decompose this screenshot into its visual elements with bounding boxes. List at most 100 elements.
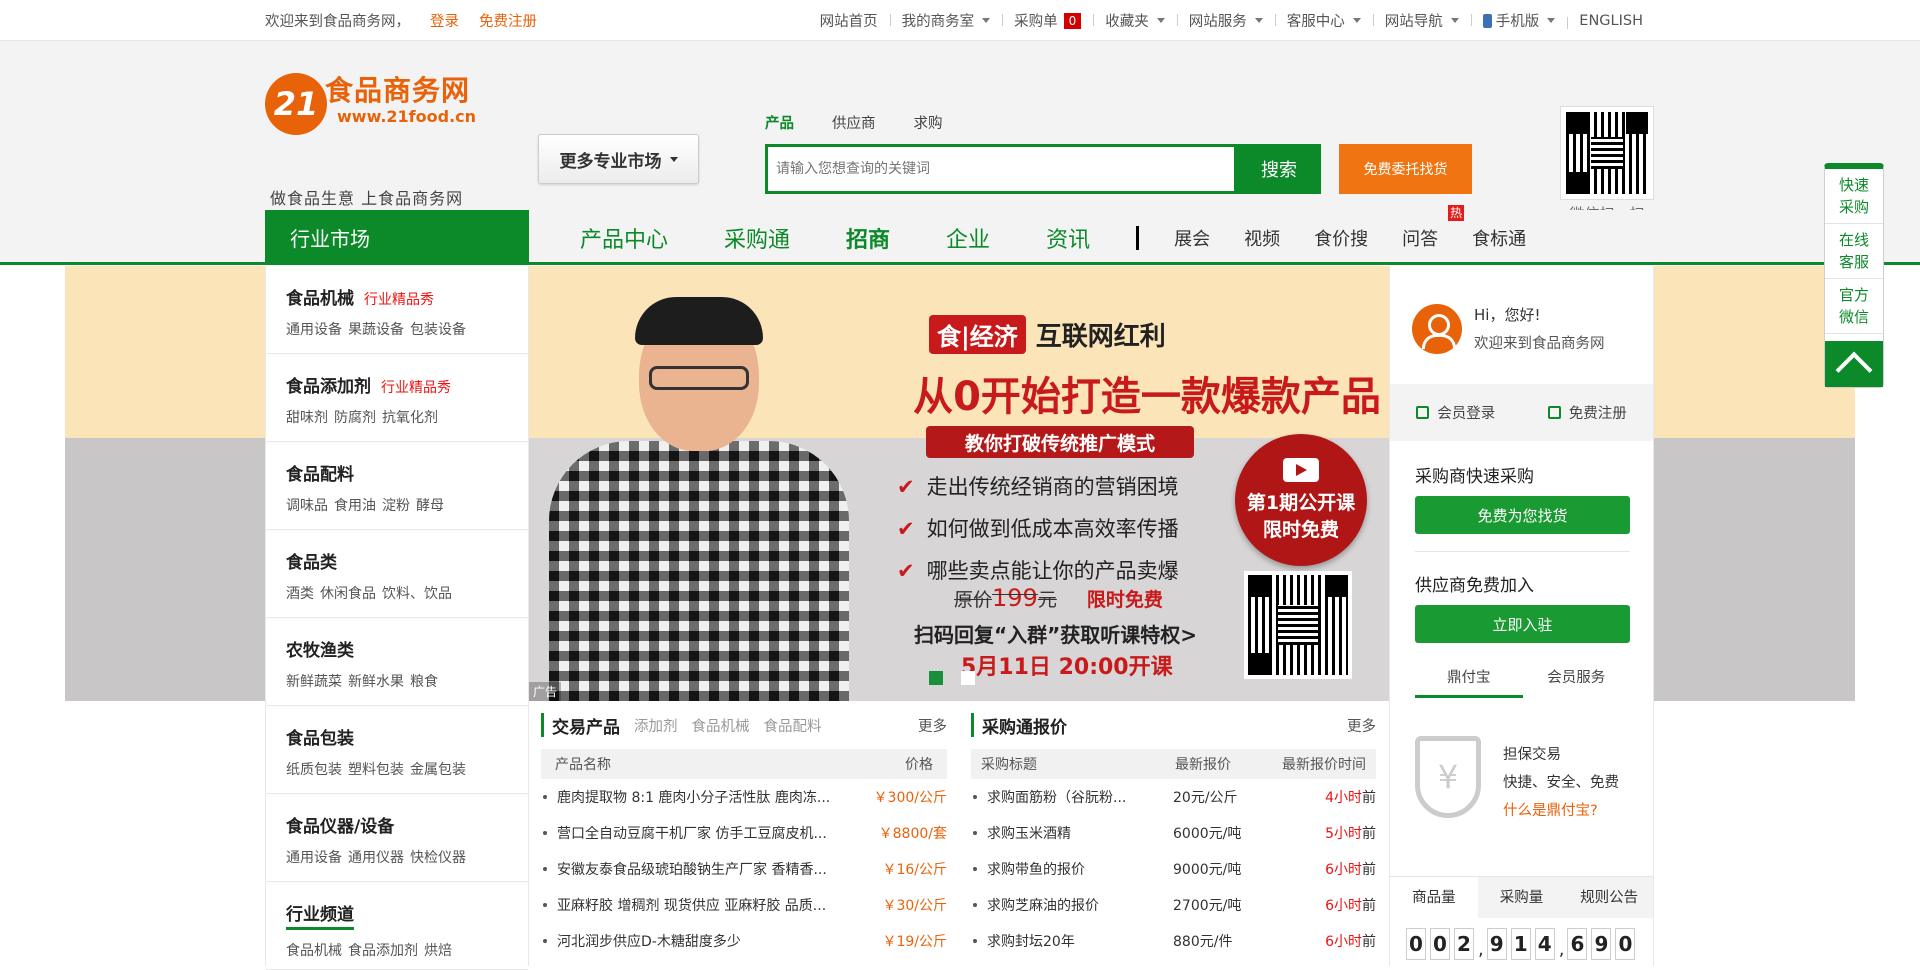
english-link[interactable]: ENGLISH (1567, 13, 1655, 29)
favorites-menu[interactable]: 收藏夹 (1093, 10, 1177, 31)
table-row[interactable]: 亚麻籽胶 增稠剂 现货供应 亚麻籽胶 品质... ￥30/公斤 (541, 887, 947, 923)
category-group-channel[interactable]: 行业频道 食品机械 食品添加剂 烘焙 (266, 882, 528, 970)
category-link[interactable]: 通用设备 (286, 322, 342, 338)
category-title[interactable]: 食品机械 行业精品秀 (286, 284, 528, 309)
category-link[interactable]: 食品机械 (286, 943, 342, 959)
more-markets-button[interactable]: 更多专业市场 (538, 134, 699, 184)
product-name[interactable]: 河北润步供应D-木糖甜度多少 (557, 931, 874, 951)
table-row[interactable]: 安徽友泰食品级琥珀酸钠生产厂家 香精香... ￥16/公斤 (541, 851, 947, 887)
nav-price-search[interactable]: 食价搜 (1314, 225, 1368, 251)
category-link[interactable]: 粮食 (410, 674, 438, 690)
trade-tag[interactable]: 添加剂 (634, 715, 678, 736)
find-goods-button[interactable]: 免费为您找货 (1415, 496, 1630, 534)
tab-purchase-count[interactable]: 采购量 (1477, 877, 1566, 918)
nav-purchase[interactable]: 采购通 (724, 222, 790, 254)
tab-goods-count[interactable]: 商品量 (1390, 877, 1478, 918)
showcase-tag[interactable]: 行业精品秀 (381, 380, 451, 396)
category-link[interactable]: 甜味剂 (286, 410, 328, 426)
nav-expo[interactable]: 展会 (1174, 225, 1210, 251)
nav-news[interactable]: 资讯 (1046, 222, 1090, 254)
category-title[interactable]: 食品仪器/设备 (286, 812, 528, 837)
site-logo[interactable]: 21 食品商务网 www.21food.cn 做食品生意 上食品商务网 (265, 65, 485, 208)
table-row[interactable]: 求购玉米酒精 6000元/吨 5小时前 (971, 815, 1376, 851)
purchase-title[interactable]: 求购芝麻油的报价 (987, 895, 1157, 915)
category-link[interactable]: 食品添加剂 (348, 943, 418, 959)
nav-standards[interactable]: 食标通 (1472, 225, 1526, 251)
tab-member-service[interactable]: 会员服务 (1523, 666, 1631, 698)
category-link[interactable]: 快检仪器 (410, 850, 466, 866)
back-to-top-icon[interactable] (1825, 341, 1883, 387)
category-group[interactable]: 食品机械 行业精品秀 通用设备 果蔬设备 包装设备 (266, 266, 528, 354)
cart-link[interactable]: 采购单 0 (1002, 10, 1093, 31)
login-link[interactable]: 登录 (430, 10, 459, 31)
online-service-link[interactable]: 在线客服 (1825, 224, 1883, 279)
table-row[interactable]: 求购面筋粉（谷朊粉... 20元/公斤 4小时前 (971, 779, 1376, 815)
table-row[interactable]: 营口全自动豆腐干机厂家 仿手工豆腐皮机... ￥8800/套 (541, 815, 947, 851)
register-link[interactable]: 免费注册 (479, 10, 537, 31)
nav-video[interactable]: 视频 (1244, 225, 1280, 251)
table-row[interactable]: 求购带鱼的报价 9000元/吨 6小时前 (971, 851, 1376, 887)
trade-tag[interactable]: 食品配料 (764, 715, 822, 736)
entrust-button[interactable]: 免费委托找货 (1339, 144, 1472, 194)
category-link[interactable]: 新鲜水果 (348, 674, 404, 690)
category-group[interactable]: 食品包装 纸质包装 塑料包装 金属包装 (266, 706, 528, 794)
section-title[interactable]: 采购通报价 (982, 713, 1067, 738)
what-is-dingfubao-link[interactable]: 什么是鼎付宝? (1503, 803, 1598, 819)
trade-tag[interactable]: 食品机械 (692, 715, 750, 736)
category-link[interactable]: 烘焙 (424, 943, 452, 959)
category-link[interactable]: 通用仪器 (348, 850, 404, 866)
my-office-menu[interactable]: 我的商务室 (889, 10, 1003, 31)
product-name[interactable]: 鹿肉提取物 8:1 鹿肉小分子活性肽 鹿肉冻... (557, 787, 866, 807)
category-link[interactable]: 纸质包装 (286, 762, 342, 778)
site-nav-menu[interactable]: 网站导航 (1372, 10, 1471, 31)
category-title[interactable]: 食品类 (286, 548, 528, 573)
join-now-button[interactable]: 立即入驻 (1415, 605, 1630, 643)
search-tab-buying[interactable]: 求购 (914, 112, 943, 133)
category-group[interactable]: 食品类 酒类 休闲食品 饮料、饮品 (266, 530, 528, 618)
category-link[interactable]: 塑料包装 (348, 762, 404, 778)
table-row[interactable]: 河北润步供应D-木糖甜度多少 ￥19/公斤 (541, 923, 947, 959)
purchase-title[interactable]: 求购玉米酒精 (987, 823, 1157, 843)
customer-center-menu[interactable]: 客服中心 (1274, 10, 1373, 31)
table-row[interactable]: 求购芝麻油的报价 2700元/吨 6小时前 (971, 887, 1376, 923)
category-link[interactable]: 调味品 (286, 498, 328, 514)
category-link[interactable]: 淀粉 (382, 498, 410, 514)
category-title[interactable]: 食品添加剂 行业精品秀 (286, 372, 528, 397)
nav-enterprise[interactable]: 企业 (946, 222, 990, 254)
promo-banner[interactable]: 食|经济 互联网红利 从0开始打造一款爆款产品 教你打破传统推广模式 ✔ 走出传统经… (529, 266, 1389, 701)
free-register-link[interactable]: 免费注册 (1547, 402, 1627, 423)
table-row[interactable]: 求购封坛20年 880元/件 6小时前 (971, 923, 1376, 959)
purchase-title[interactable]: 求购面筋粉（谷朊粉... (987, 787, 1157, 807)
category-link[interactable]: 休闲食品 (320, 586, 376, 602)
category-group[interactable]: 食品添加剂 行业精品秀 甜味剂 防腐剂 抗氧化剂 (266, 354, 528, 442)
category-link[interactable]: 饮料、饮品 (382, 586, 452, 602)
product-name[interactable]: 营口全自动豆腐干机厂家 仿手工豆腐皮机... (557, 823, 871, 843)
tab-rules[interactable]: 规则公告 (1565, 877, 1654, 918)
section-title[interactable]: 交易产品 (552, 713, 620, 738)
product-name[interactable]: 亚麻籽胶 增稠剂 现货供应 亚麻籽胶 品质... (557, 895, 874, 915)
site-service-menu[interactable]: 网站服务 (1176, 10, 1275, 31)
mobile-menu[interactable]: 手机版 (1470, 10, 1568, 31)
home-link[interactable]: 网站首页 (808, 10, 890, 31)
quick-purchase-link[interactable]: 快速采购 (1825, 169, 1883, 224)
nav-qa[interactable]: 问答热 (1402, 204, 1465, 251)
official-wechat-link[interactable]: 官方微信 (1825, 279, 1883, 334)
category-link[interactable]: 包装设备 (410, 322, 466, 338)
purchase-title[interactable]: 求购封坛20年 (987, 931, 1157, 951)
category-link[interactable]: 食用油 (334, 498, 376, 514)
search-input[interactable] (768, 147, 1234, 191)
table-row[interactable]: 鹿肉提取物 8:1 鹿肉小分子活性肽 鹿肉冻... ￥300/公斤 (541, 779, 947, 815)
carousel-dot[interactable] (929, 671, 943, 685)
more-link[interactable]: 更多 (1347, 715, 1376, 736)
category-link[interactable]: 果蔬设备 (348, 322, 404, 338)
category-group[interactable]: 农牧渔类 新鲜蔬菜 新鲜水果 粮食 (266, 618, 528, 706)
category-link[interactable]: 防腐剂 (334, 410, 376, 426)
category-title[interactable]: 食品包装 (286, 724, 528, 749)
nav-invest[interactable]: 招商 (846, 222, 890, 254)
category-link[interactable]: 新鲜蔬菜 (286, 674, 342, 690)
search-tab-supplier[interactable]: 供应商 (832, 112, 876, 133)
category-link[interactable]: 金属包装 (410, 762, 466, 778)
showcase-tag[interactable]: 行业精品秀 (364, 292, 434, 308)
tab-dingfubao[interactable]: 鼎付宝 (1415, 666, 1523, 698)
category-title[interactable]: 农牧渔类 (286, 636, 528, 661)
